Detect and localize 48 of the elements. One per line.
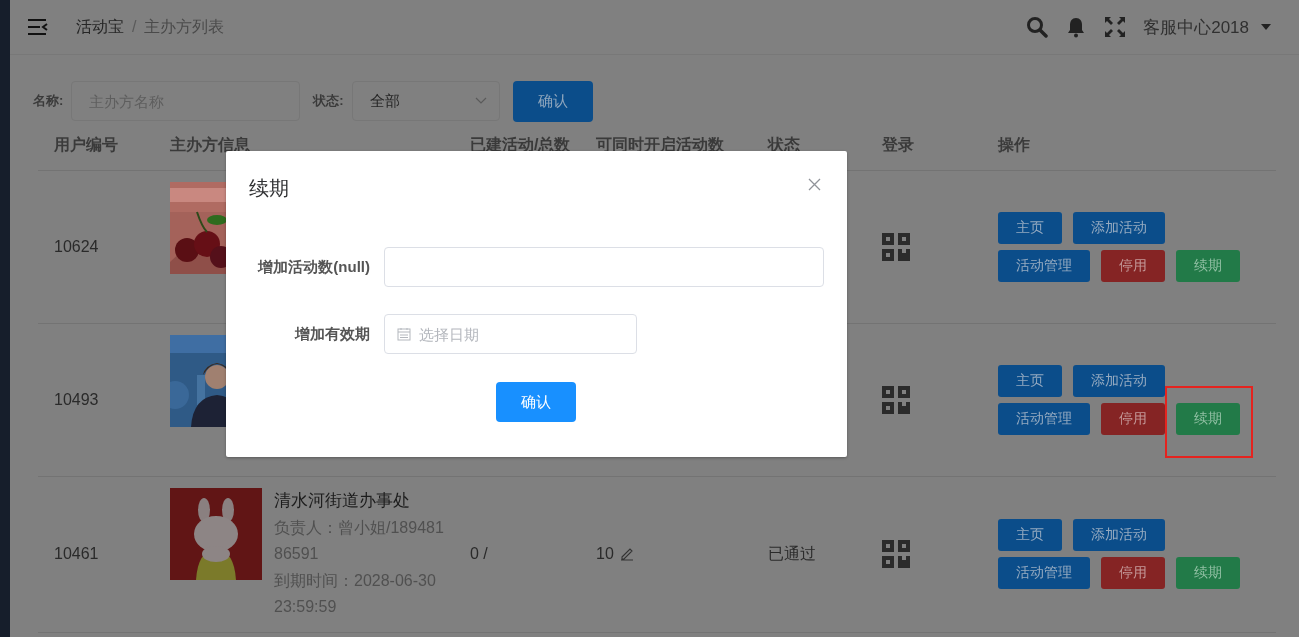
confirm-button[interactable]: 确认 bbox=[496, 382, 576, 422]
organizer-name: 清水河街道办事处 bbox=[274, 490, 411, 512]
user-id: 10624 bbox=[54, 238, 100, 256]
action-button[interactable]: 活动管理 bbox=[998, 250, 1090, 282]
field-label: 名称: bbox=[33, 92, 64, 110]
action-button[interactable]: 添加活动 bbox=[1073, 365, 1165, 397]
action-button[interactable]: 主页 bbox=[998, 212, 1062, 244]
action-button[interactable]: 主页 bbox=[998, 365, 1062, 397]
action-button[interactable]: 主页 bbox=[998, 519, 1062, 552]
menu-icon[interactable] bbox=[28, 19, 48, 35]
column-header: 用户编号 bbox=[54, 135, 119, 155]
fullscreen-icon[interactable] bbox=[1104, 16, 1127, 38]
status-text: 已通过 bbox=[768, 544, 816, 562]
count-field[interactable] bbox=[384, 247, 824, 287]
action-button[interactable]: 活动管理 bbox=[998, 403, 1090, 435]
action-button[interactable]: 续期 bbox=[1176, 557, 1240, 590]
pencil-icon[interactable] bbox=[619, 547, 634, 562]
search-icon[interactable] bbox=[1026, 16, 1049, 38]
qr-code-icon[interactable] bbox=[882, 540, 910, 569]
dialog-title: 续期 bbox=[249, 176, 289, 201]
breadcrumb-separator: / bbox=[132, 18, 137, 36]
field-label: 增加有效期 bbox=[293, 324, 371, 344]
action-button[interactable]: 停用 bbox=[1101, 250, 1165, 282]
action-button[interactable]: 续期 bbox=[1176, 403, 1240, 435]
action-button[interactable]: 续期 bbox=[1176, 250, 1240, 282]
action-button[interactable]: 添加活动 bbox=[1073, 212, 1165, 244]
activity-count: 0 / bbox=[470, 545, 488, 563]
confirm-button[interactable]: 确认 bbox=[512, 80, 593, 122]
concurrent-count: 10 bbox=[596, 545, 614, 564]
action-button[interactable]: 停用 bbox=[1101, 557, 1165, 590]
action-button[interactable]: 停用 bbox=[1101, 403, 1165, 435]
user-id: 10461 bbox=[54, 545, 100, 564]
date-field[interactable]: 选择日期 bbox=[384, 314, 637, 354]
field-label: 增加活动数(null) bbox=[256, 257, 371, 277]
qr-code-icon[interactable] bbox=[882, 233, 910, 261]
close-icon[interactable] bbox=[808, 178, 821, 191]
caret-icon[interactable] bbox=[1261, 24, 1271, 30]
user-id: 10493 bbox=[54, 391, 100, 409]
column-header: 登录 bbox=[882, 135, 915, 155]
field-label: 状态: bbox=[313, 92, 344, 110]
status-select[interactable]: 全部 bbox=[351, 81, 500, 121]
breadcrumb-item[interactable]: 活动宝 bbox=[76, 16, 124, 38]
qr-code-icon[interactable] bbox=[882, 386, 910, 414]
column-header: 操作 bbox=[998, 135, 1031, 155]
action-button[interactable]: 活动管理 bbox=[998, 557, 1090, 590]
calendar-icon bbox=[397, 327, 411, 341]
action-button[interactable]: 添加活动 bbox=[1073, 519, 1165, 552]
user-menu[interactable]: 客服中心2018 bbox=[1143, 15, 1249, 39]
